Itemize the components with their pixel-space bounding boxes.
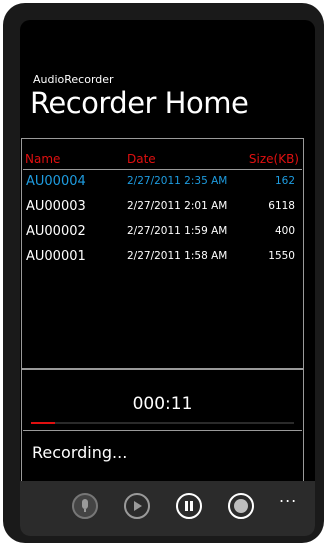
recording-size: 1550 (268, 250, 295, 262)
recording-date: 2/27/2011 1:59 AM (127, 225, 228, 237)
header-divider (23, 169, 302, 170)
column-header-size: Size(KB) (248, 152, 299, 166)
recording-size: 6118 (268, 200, 295, 212)
application-bar: ... (20, 481, 315, 536)
pause-button[interactable] (176, 493, 202, 519)
column-header-date: Date (127, 152, 156, 166)
recording-date: 2/27/2011 2:01 AM (127, 200, 228, 212)
recording-row[interactable]: AU00004 2/27/2011 2:35 AM 162 (22, 174, 303, 198)
stop-icon (234, 499, 248, 513)
more-options-button[interactable]: ... (279, 487, 297, 506)
recording-row[interactable]: AU00001 2/27/2011 1:58 AM 1550 (22, 249, 303, 273)
phone-frame: AudioRecorder Recorder Home Name Date Si… (3, 3, 324, 543)
recorder-divider (23, 430, 302, 431)
recording-name: AU00001 (26, 249, 86, 264)
recording-row[interactable]: AU00003 2/27/2011 2:01 AM 6118 (22, 199, 303, 223)
recording-name: AU00004 (26, 174, 86, 189)
recording-size: 400 (274, 225, 295, 237)
pause-icon (185, 501, 193, 511)
page-title: Recorder Home (30, 86, 249, 120)
recording-timer: 000:11 (132, 394, 193, 414)
microphone-icon (82, 499, 88, 512)
stop-button[interactable] (228, 493, 254, 519)
recording-date: 2/27/2011 2:35 AM (127, 175, 228, 187)
recording-row[interactable]: AU00002 2/27/2011 1:59 AM 400 (22, 224, 303, 248)
recording-size: 162 (274, 175, 295, 187)
recording-name: AU00003 (26, 199, 86, 214)
app-screen: AudioRecorder Recorder Home Name Date Si… (20, 20, 315, 536)
play-button[interactable] (124, 493, 150, 519)
recordings-list: Name Date Size(KB) AU00004 2/27/2011 2:3… (21, 138, 304, 369)
column-header-name: Name (25, 152, 61, 166)
recorder-panel: 000:11 Recording... (21, 369, 304, 486)
recording-progress-bar (31, 422, 294, 424)
app-name: AudioRecorder (33, 73, 114, 86)
recording-progress-fill (31, 422, 55, 424)
recording-date: 2/27/2011 1:58 AM (127, 250, 228, 262)
play-icon (134, 501, 142, 511)
recording-name: AU00002 (26, 224, 86, 239)
record-button[interactable] (72, 493, 98, 519)
recording-status: Recording... (32, 443, 128, 462)
